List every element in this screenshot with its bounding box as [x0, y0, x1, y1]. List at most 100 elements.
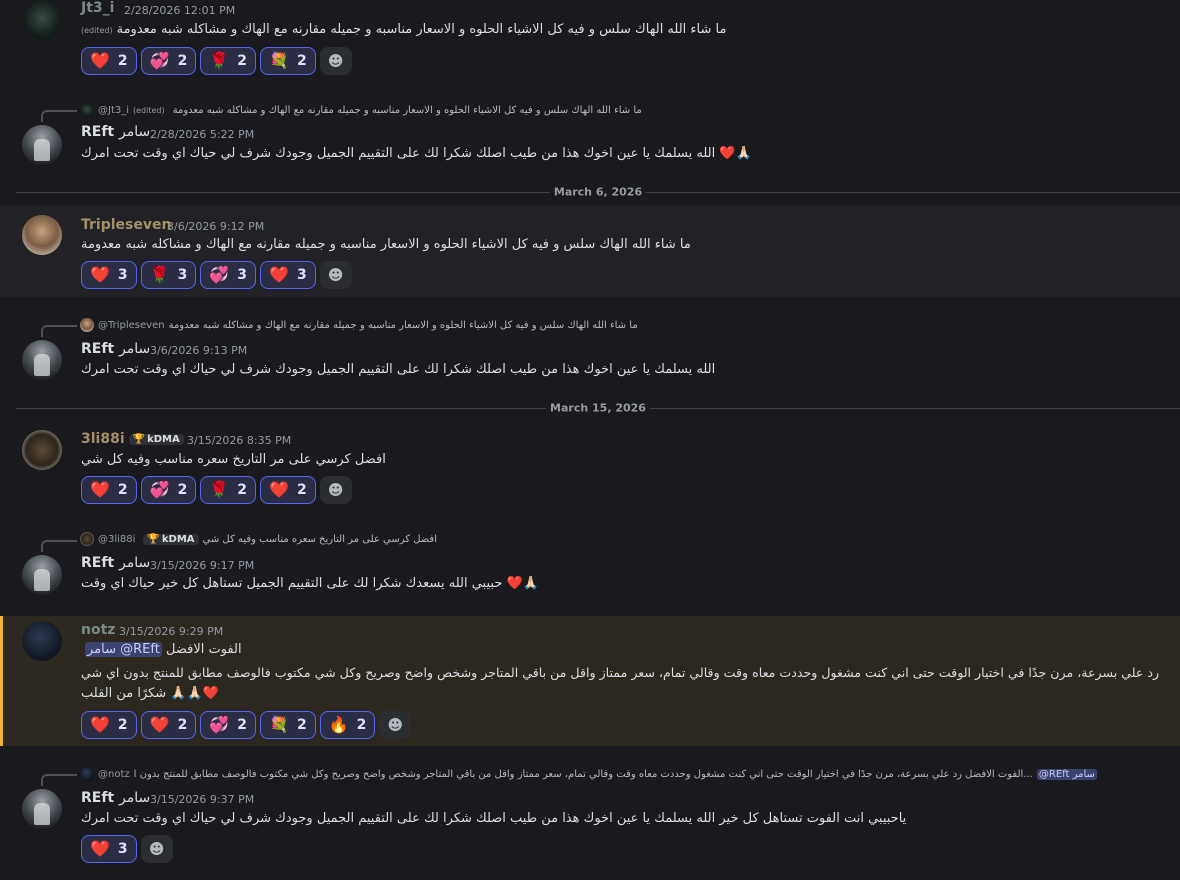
reaction-heart[interactable]: ❤️ 3: [81, 261, 137, 289]
reaction-bar: ❤️ 3 🌹 3 💞 3 ❤️ 3 ☻: [81, 261, 352, 289]
reaction-bouquet[interactable]: 💐 2: [260, 711, 316, 739]
message-3li88i: 3li88i 🏆 kDMA 3/15/2026 8:35 PM افضل كرسي …: [0, 420, 1180, 512]
guild-badge[interactable]: 🏆 kDMA: [128, 433, 184, 445]
reply-author: @Tripleseven: [98, 319, 165, 331]
message-text: ياحبيبي انت الفوت تستاهل كل خير الله يسل…: [81, 811, 907, 826]
add-reaction-icon[interactable]: ☻: [319, 476, 352, 504]
reaction-fire[interactable]: 🔥 2: [319, 711, 376, 739]
message-text-line3: شكرًا من القلب 🙏🏻🙏🏻❤️: [81, 686, 219, 701]
reply-text: ما شاء الله الهاك سلس و فيه كل الاشياء ا…: [172, 104, 642, 116]
author-name[interactable]: REft سامر: [81, 341, 150, 357]
reply-spine: [41, 774, 77, 786]
reaction-bar: ❤️ 2 ❤️ 2 💞 2 💐 2 🔥 2 ☻: [81, 711, 412, 739]
timestamp: 3/15/2026 9:29 PM: [119, 625, 224, 638]
message-text: الله يسلمك يا عين اخوك هذا من طيب اصلك ش…: [81, 362, 716, 377]
message-text: افضل كرسي على مر التاريخ سعره مناسب وفيه…: [81, 452, 386, 467]
author-name[interactable]: REft سامر: [81, 124, 150, 140]
date-divider: March 15, 2026: [16, 401, 1180, 415]
author-name[interactable]: REft سامر: [81, 790, 150, 806]
author-name[interactable]: 3li88i 🏆 kDMA: [81, 431, 184, 447]
message-text-line1: سامر @REft الفوت الافضل: [85, 642, 242, 657]
avatar[interactable]: [22, 555, 62, 595]
reply-badge: 🏆 kDMA: [143, 533, 199, 545]
timestamp: 3/6/2026 9:13 PM: [150, 344, 248, 357]
reaction-hearts[interactable]: 💞 3: [200, 261, 257, 289]
reply-avatar: [80, 532, 94, 546]
reaction-rose[interactable]: 🌹 2: [200, 476, 257, 504]
author-name[interactable]: REft سامر: [81, 555, 150, 571]
reply-edited: (edited): [133, 105, 165, 115]
timestamp: 3/6/2026 9:12 PM: [167, 220, 265, 233]
timestamp: 2/28/2026 5:22 PM: [150, 128, 255, 141]
reaction-heart[interactable]: ❤️ 3: [81, 835, 137, 863]
add-reaction-icon[interactable]: ☻: [319, 261, 352, 289]
add-reaction-icon[interactable]: ☻: [319, 47, 352, 75]
reply-author: @Jt3_i: [98, 104, 130, 116]
message-text: (edited) ما شاء الله الهاك سلس و فيه كل ا…: [81, 22, 727, 37]
reaction-hearts[interactable]: 💞 2: [140, 47, 197, 75]
reply-preview[interactable]: @notz الفوت الافضل رد علي بسرعة، مرن جدً…: [80, 767, 1097, 781]
timestamp: 3/15/2026 8:35 PM: [187, 434, 292, 447]
message-reft-3: @3li88i 🏆 kDMA افضل كرسي على مر التاريخ س…: [0, 530, 1180, 610]
reaction-heart[interactable]: ❤️ 2: [81, 711, 137, 739]
reaction-hearts[interactable]: 💞 2: [200, 711, 257, 739]
timestamp: 3/15/2026 9:17 PM: [150, 559, 255, 572]
timestamp: 3/15/2026 9:37 PM: [150, 793, 255, 806]
message-text-line2: رد علي بسرعة، مرن جدًا في اختيار الوقت ح…: [81, 665, 1160, 680]
trophy-icon: 🏆: [132, 433, 146, 445]
reply-author: @notz: [98, 768, 130, 780]
reply-author: @3li88i: [98, 533, 136, 545]
message-text: حبيبي الله يسعدك شكرا لك على التقييم الج…: [81, 576, 539, 591]
avatar[interactable]: [22, 621, 62, 661]
reaction-heart[interactable]: ❤️ 2: [81, 47, 137, 75]
avatar[interactable]: [22, 340, 62, 380]
author-name[interactable]: Jt3_i: [81, 0, 114, 16]
reaction-bouquet[interactable]: 💐 2: [260, 47, 316, 75]
reply-spine: [41, 325, 77, 337]
timestamp: 2/28/2026 12:01 PM: [124, 4, 236, 17]
reply-avatar: [80, 318, 94, 332]
reply-preview[interactable]: @3li88i 🏆 kDMA افضل كرسي على مر التاريخ س…: [80, 532, 437, 546]
message-reft-1: @Jt3_i (edited) ما شاء الله الهاك سلس و …: [0, 100, 1180, 180]
message-text: الله يسلمك يا عين اخوك هذا من طيب اصلك ش…: [81, 146, 752, 161]
message-reft-2: @Tripleseven ما شاء الله الهاك سلس و فيه…: [0, 314, 1180, 394]
reply-spine: [41, 110, 77, 122]
reaction-heart-2[interactable]: ❤️ 2: [260, 476, 316, 504]
avatar[interactable]: [22, 215, 62, 255]
date-divider: March 6, 2026: [16, 185, 1180, 199]
reply-text: الفوت الافضل رد علي بسرعة، مرن جدًا في ا…: [133, 768, 1033, 780]
reply-preview[interactable]: @Jt3_i (edited) ما شاء الله الهاك سلس و …: [80, 103, 642, 117]
reaction-bar: ❤️ 3 ☻: [81, 835, 173, 863]
reply-preview[interactable]: @Tripleseven ما شاء الله الهاك سلس و فيه…: [80, 318, 638, 332]
message-reft-4: @notz الفوت الافضل رد علي بسرعة، مرن جدً…: [0, 763, 1180, 880]
reaction-rose[interactable]: 🌹 2: [200, 47, 257, 75]
reply-avatar: [80, 103, 94, 117]
reply-text: افضل كرسي على مر التاريخ سعره مناسب وفيه…: [202, 533, 437, 545]
author-name[interactable]: Tripleseven: [81, 217, 171, 233]
reply-spine: [41, 540, 77, 552]
reply-text: ما شاء الله الهاك سلس و فيه كل الاشياء ا…: [168, 319, 638, 331]
message-tripleseven: Tripleseven 3/6/2026 9:12 PM ما شاء الله…: [0, 205, 1180, 297]
reaction-heart-2[interactable]: ❤️ 3: [260, 261, 316, 289]
reaction-hearts[interactable]: 💞 2: [140, 476, 197, 504]
reply-avatar: [80, 767, 94, 781]
reaction-bar: ❤️ 2 💞 2 🌹 2 💐 2 ☻: [81, 47, 352, 75]
avatar[interactable]: [22, 430, 62, 470]
author-name[interactable]: notz: [81, 622, 115, 638]
message-jt3: Jt3_i 2/28/2026 12:01 PM (edited) ما شاء …: [0, 0, 1180, 88]
edited-label: (edited): [81, 26, 113, 35]
reaction-heart[interactable]: ❤️ 2: [81, 476, 137, 504]
reply-mention: @REft سامر: [1036, 768, 1097, 780]
message-text: ما شاء الله الهاك سلس و فيه كل الاشياء ا…: [81, 237, 691, 252]
avatar[interactable]: [22, 0, 62, 40]
avatar[interactable]: [22, 125, 62, 165]
reaction-bar: ❤️ 2 💞 2 🌹 2 ❤️ 2 ☻: [81, 476, 352, 504]
reaction-heart-2[interactable]: ❤️ 2: [140, 711, 197, 739]
reaction-rose[interactable]: 🌹 3: [140, 261, 197, 289]
add-reaction-icon[interactable]: ☻: [379, 711, 412, 739]
trophy-icon: 🏆: [147, 533, 160, 545]
avatar[interactable]: [22, 789, 62, 829]
add-reaction-icon[interactable]: ☻: [140, 835, 173, 863]
message-notz: notz 3/15/2026 9:29 PM سامر @REft الفوت …: [0, 616, 1180, 746]
user-mention[interactable]: سامر @REft: [85, 642, 162, 657]
